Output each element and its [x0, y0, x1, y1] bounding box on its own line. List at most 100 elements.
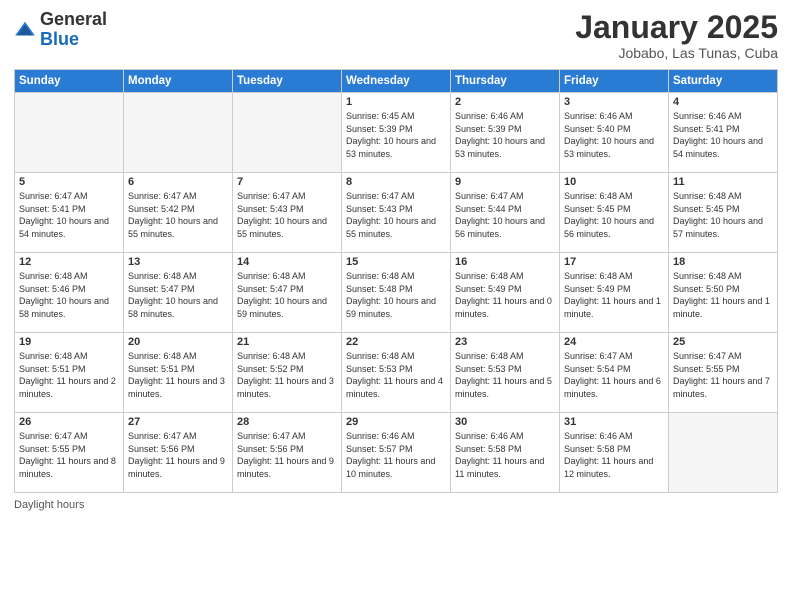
- day-info: Sunrise: 6:46 AMSunset: 5:58 PMDaylight:…: [564, 430, 664, 480]
- table-row: [669, 413, 778, 493]
- day-info: Sunrise: 6:45 AMSunset: 5:39 PMDaylight:…: [346, 110, 446, 160]
- day-info: Sunrise: 6:48 AMSunset: 5:47 PMDaylight:…: [128, 270, 228, 320]
- col-header-thursday: Thursday: [451, 70, 560, 93]
- day-info: Sunrise: 6:48 AMSunset: 5:48 PMDaylight:…: [346, 270, 446, 320]
- day-info: Sunrise: 6:46 AMSunset: 5:41 PMDaylight:…: [673, 110, 773, 160]
- table-row: 28Sunrise: 6:47 AMSunset: 5:56 PMDayligh…: [233, 413, 342, 493]
- day-number: 29: [346, 416, 446, 428]
- day-info: Sunrise: 6:46 AMSunset: 5:40 PMDaylight:…: [564, 110, 664, 160]
- day-number: 5: [19, 176, 119, 188]
- week-row-1: 1 Sunrise: 6:45 AMSunset: 5:39 PMDaylight…: [15, 93, 778, 173]
- table-row: 24 Sunrise: 6:47 AMSunset: 5:54 PMDayligh…: [560, 333, 669, 413]
- table-row: 16Sunrise: 6:48 AMSunset: 5:49 PMDayligh…: [451, 253, 560, 333]
- header: General Blue January 2025 Jobabo, Las Tu…: [14, 10, 778, 61]
- day-number: 8: [346, 176, 446, 188]
- day-number: 9: [455, 176, 555, 188]
- day-info: Sunrise: 6:47 AMSunset: 5:41 PMDaylight:…: [19, 190, 119, 240]
- day-info: Sunrise: 6:47 AMSunset: 5:44 PMDaylight:…: [455, 190, 555, 240]
- day-info: Sunrise: 6:47 AMSunset: 5:55 PMDaylight:…: [673, 350, 773, 400]
- table-row: 4Sunrise: 6:46 AMSunset: 5:41 PMDaylight…: [669, 93, 778, 173]
- logo-icon: [14, 19, 36, 41]
- month-title: January 2025: [575, 10, 778, 45]
- table-row: 8 Sunrise: 6:47 AMSunset: 5:43 PMDaylight…: [342, 173, 451, 253]
- day-number: 26: [19, 416, 119, 428]
- day-info: Sunrise: 6:47 AMSunset: 5:42 PMDaylight:…: [128, 190, 228, 240]
- table-row: 21Sunrise: 6:48 AMSunset: 5:52 PMDayligh…: [233, 333, 342, 413]
- day-info: Sunrise: 6:48 AMSunset: 5:45 PMDaylight:…: [564, 190, 664, 240]
- table-row: 6 Sunrise: 6:47 AMSunset: 5:42 PMDaylight…: [124, 173, 233, 253]
- table-row: 10Sunrise: 6:48 AMSunset: 5:45 PMDayligh…: [560, 173, 669, 253]
- table-row: 9 Sunrise: 6:47 AMSunset: 5:44 PMDaylight…: [451, 173, 560, 253]
- table-row: 5 Sunrise: 6:47 AMSunset: 5:41 PMDaylight…: [15, 173, 124, 253]
- day-number: 18: [673, 256, 773, 268]
- day-info: Sunrise: 6:48 AMSunset: 5:53 PMDaylight:…: [346, 350, 446, 400]
- day-number: 24: [564, 336, 664, 348]
- day-number: 22: [346, 336, 446, 348]
- day-number: 20: [128, 336, 228, 348]
- col-header-friday: Friday: [560, 70, 669, 93]
- week-row-4: 19Sunrise: 6:48 AMSunset: 5:51 PMDayligh…: [15, 333, 778, 413]
- col-header-monday: Monday: [124, 70, 233, 93]
- logo-blue: Blue: [40, 29, 79, 49]
- table-row: [15, 93, 124, 173]
- day-info: Sunrise: 6:47 AMSunset: 5:56 PMDaylight:…: [237, 430, 337, 480]
- table-row: 27Sunrise: 6:47 AMSunset: 5:56 PMDayligh…: [124, 413, 233, 493]
- day-number: 3: [564, 96, 664, 108]
- table-row: 12Sunrise: 6:48 AMSunset: 5:46 PMDayligh…: [15, 253, 124, 333]
- table-row: 3 Sunrise: 6:46 AMSunset: 5:40 PMDaylight…: [560, 93, 669, 173]
- table-row: 22 Sunrise: 6:48 AMSunset: 5:53 PMDayligh…: [342, 333, 451, 413]
- day-number: 7: [237, 176, 337, 188]
- table-row: 13 Sunrise: 6:48 AMSunset: 5:47 PMDayligh…: [124, 253, 233, 333]
- day-number: 21: [237, 336, 337, 348]
- logo-general: General: [40, 9, 107, 29]
- day-info: Sunrise: 6:48 AMSunset: 5:50 PMDaylight:…: [673, 270, 773, 320]
- title-block: January 2025 Jobabo, Las Tunas, Cuba: [575, 10, 778, 61]
- table-row: 25 Sunrise: 6:47 AMSunset: 5:55 PMDayligh…: [669, 333, 778, 413]
- table-row: 20 Sunrise: 6:48 AMSunset: 5:51 PMDayligh…: [124, 333, 233, 413]
- table-row: 30Sunrise: 6:46 AMSunset: 5:58 PMDayligh…: [451, 413, 560, 493]
- day-number: 27: [128, 416, 228, 428]
- table-row: 15Sunrise: 6:48 AMSunset: 5:48 PMDayligh…: [342, 253, 451, 333]
- day-info: Sunrise: 6:46 AMSunset: 5:39 PMDaylight:…: [455, 110, 555, 160]
- week-row-5: 26 Sunrise: 6:47 AMSunset: 5:55 PMDayligh…: [15, 413, 778, 493]
- day-info: Sunrise: 6:48 AMSunset: 5:47 PMDaylight:…: [237, 270, 337, 320]
- table-row: 11Sunrise: 6:48 AMSunset: 5:45 PMDayligh…: [669, 173, 778, 253]
- day-number: 1: [346, 96, 446, 108]
- table-row: 26 Sunrise: 6:47 AMSunset: 5:55 PMDayligh…: [15, 413, 124, 493]
- day-info: Sunrise: 6:47 AMSunset: 5:43 PMDaylight:…: [237, 190, 337, 240]
- location: Jobabo, Las Tunas, Cuba: [575, 45, 778, 61]
- day-info: Sunrise: 6:48 AMSunset: 5:49 PMDaylight:…: [564, 270, 664, 320]
- day-number: 23: [455, 336, 555, 348]
- day-number: 11: [673, 176, 773, 188]
- table-row: 23Sunrise: 6:48 AMSunset: 5:53 PMDayligh…: [451, 333, 560, 413]
- table-row: 29Sunrise: 6:46 AMSunset: 5:57 PMDayligh…: [342, 413, 451, 493]
- week-row-3: 12Sunrise: 6:48 AMSunset: 5:46 PMDayligh…: [15, 253, 778, 333]
- day-info: Sunrise: 6:47 AMSunset: 5:55 PMDaylight:…: [19, 430, 119, 480]
- day-number: 31: [564, 416, 664, 428]
- day-number: 2: [455, 96, 555, 108]
- calendar-table: SundayMondayTuesdayWednesdayThursdayFrid…: [14, 69, 778, 493]
- table-row: 31 Sunrise: 6:46 AMSunset: 5:58 PMDayligh…: [560, 413, 669, 493]
- col-header-saturday: Saturday: [669, 70, 778, 93]
- table-row: 7 Sunrise: 6:47 AMSunset: 5:43 PMDaylight…: [233, 173, 342, 253]
- table-row: [124, 93, 233, 173]
- col-header-tuesday: Tuesday: [233, 70, 342, 93]
- table-row: 14Sunrise: 6:48 AMSunset: 5:47 PMDayligh…: [233, 253, 342, 333]
- day-info: Sunrise: 6:48 AMSunset: 5:51 PMDaylight:…: [19, 350, 119, 400]
- table-row: 2 Sunrise: 6:46 AMSunset: 5:39 PMDaylight…: [451, 93, 560, 173]
- day-info: Sunrise: 6:47 AMSunset: 5:54 PMDaylight:…: [564, 350, 664, 400]
- col-header-sunday: Sunday: [15, 70, 124, 93]
- day-info: Sunrise: 6:46 AMSunset: 5:58 PMDaylight:…: [455, 430, 555, 480]
- day-number: 25: [673, 336, 773, 348]
- day-number: 17: [564, 256, 664, 268]
- day-number: 6: [128, 176, 228, 188]
- day-number: 13: [128, 256, 228, 268]
- day-info: Sunrise: 6:48 AMSunset: 5:51 PMDaylight:…: [128, 350, 228, 400]
- table-row: 1 Sunrise: 6:45 AMSunset: 5:39 PMDaylight…: [342, 93, 451, 173]
- table-row: 19Sunrise: 6:48 AMSunset: 5:51 PMDayligh…: [15, 333, 124, 413]
- day-info: Sunrise: 6:47 AMSunset: 5:43 PMDaylight:…: [346, 190, 446, 240]
- day-info: Sunrise: 6:48 AMSunset: 5:49 PMDaylight:…: [455, 270, 555, 320]
- main-container: General Blue January 2025 Jobabo, Las Tu…: [0, 0, 792, 521]
- daylight-label: Daylight hours: [14, 499, 84, 511]
- footer: Daylight hours: [14, 499, 778, 511]
